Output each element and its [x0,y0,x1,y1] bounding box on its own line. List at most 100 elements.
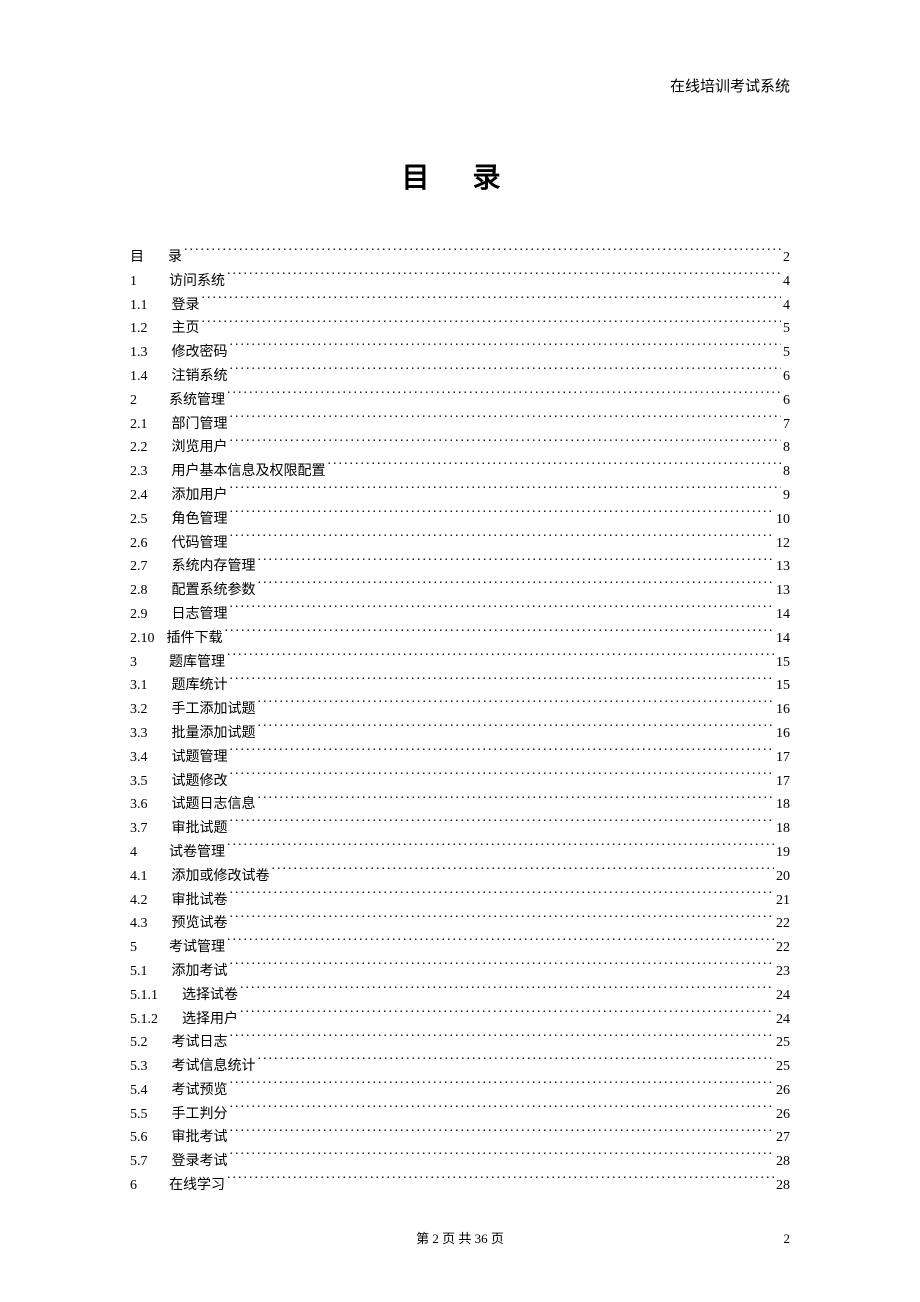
toc-leader-dots [230,1151,775,1165]
toc-entry-page: 27 [776,1126,790,1150]
toc-entry-number: 3.1 [130,674,148,698]
toc-leader-dots [258,556,775,570]
toc-entry-number: 3.2 [130,698,148,722]
toc-entry: 1.2主页5 [130,317,790,341]
toc-entry-number: 2 [130,389,137,413]
toc-leader-dots [184,247,781,261]
toc-entry-page: 25 [776,1055,790,1079]
toc-entry-page: 28 [776,1150,790,1174]
table-of-contents: 目录21访问系统41.1登录41.2主页51.3修改密码51.4注销系统62系统… [130,246,790,1198]
toc-entry-number: 3 [130,651,137,675]
toc-entry-page: 18 [776,793,790,817]
toc-entry-number: 3.4 [130,746,148,770]
toc-entry-page: 26 [776,1103,790,1127]
toc-entry-title: 审批试题 [172,817,228,841]
toc-entry: 3.6 试题日志信息 18 [130,793,790,817]
toc-leader-dots [230,747,775,761]
toc-entry-title: 试题日志信息 [172,793,256,817]
toc-entry-page: 21 [776,889,790,913]
toc-entry-number: 5.1 [130,960,148,984]
toc-entry: 1.3修改密码5 [130,341,790,365]
toc-entry-page: 16 [776,722,790,746]
toc-entry-page: 4 [783,294,790,318]
toc-leader-dots [272,866,775,880]
toc-entry-page: 14 [776,603,790,627]
toc-entry: 5.7登录考试28 [130,1150,790,1174]
toc-entry-title: 修改密码 [172,341,228,365]
toc-entry-number: 5.6 [130,1126,148,1150]
toc-leader-dots [227,937,774,951]
toc-entry-number: 2.8 [130,579,148,603]
toc-entry-title: 试题修改 [172,770,228,794]
toc-entry-number: 3.6 [130,793,148,817]
page-title: 目 录 [130,156,790,196]
toc-leader-dots [227,390,781,404]
toc-leader-dots [230,890,775,904]
toc-entry-number: 3.5 [130,770,148,794]
toc-entry-page: 4 [783,270,790,294]
toc-entry: 2.1部门管理7 [130,413,790,437]
toc-entry-number: 2.2 [130,436,148,460]
toc-leader-dots [328,461,782,475]
toc-entry-number: 1.2 [130,317,148,341]
toc-leader-dots [230,961,775,975]
footer-center: 第 2 页 共 36 页 [0,1228,920,1247]
toc-leader-dots [230,1032,775,1046]
toc-entry-title: 在线学习 [169,1174,225,1198]
toc-entry: 5.6审批考试27 [130,1126,790,1150]
toc-entry-page: 19 [776,841,790,865]
toc-entry: 3.2手工添加试题16 [130,698,790,722]
toc-entry-number: 4.3 [130,912,148,936]
toc-entry: 3.5试题修改17 [130,770,790,794]
toc-entry-number: 2.9 [130,603,148,627]
toc-entry-number: 5.2 [130,1031,148,1055]
toc-entry-title: 试题管理 [172,746,228,770]
toc-entry-page: 25 [776,1031,790,1055]
toc-leader-dots [258,794,775,808]
toc-entry-title: 选择试卷 [182,984,238,1008]
toc-entry-number: 5.5 [130,1103,148,1127]
toc-entry-page: 13 [776,579,790,603]
toc-entry: 3.7审批试题18 [130,817,790,841]
toc-entry-page: 6 [783,365,790,389]
toc-leader-dots [230,437,782,451]
toc-leader-dots [230,1127,775,1141]
toc-entry: 6在线学习28 [130,1174,790,1198]
toc-entry-page: 22 [776,936,790,960]
toc-leader-dots [202,295,782,309]
toc-leader-dots [202,318,782,332]
toc-entry: 2.8配置系统参数13 [130,579,790,603]
toc-entry-number: 2.5 [130,508,148,532]
toc-entry-title: 代码管理 [172,532,228,556]
toc-entry-number: 5.1.1 [130,984,158,1008]
toc-entry-page: 22 [776,912,790,936]
toc-entry-page: 15 [776,651,790,675]
toc-entry-page: 17 [776,746,790,770]
toc-entry-title: 考试预览 [172,1079,228,1103]
toc-entry-title: 预览试卷 [172,912,228,936]
toc-leader-dots [240,1009,774,1023]
toc-entry-page: 2 [783,246,790,270]
toc-entry-page: 12 [776,532,790,556]
toc-entry-number: 2.1 [130,413,148,437]
toc-entry-page: 9 [783,484,790,508]
toc-entry-title: 访问系统 [169,270,225,294]
toc-leader-dots [227,652,774,666]
toc-entry-number: 2.3 [130,460,148,484]
toc-entry-title: 登录考试 [172,1150,228,1174]
toc-entry-title: 角色管理 [172,508,228,532]
toc-entry-page: 18 [776,817,790,841]
toc-entry-title: 注销系统 [172,365,228,389]
toc-entry-title: 批量添加试题 [172,722,256,746]
toc-entry-title: 题库管理 [169,651,225,675]
toc-entry-page: 23 [776,960,790,984]
toc-entry-number: 5 [130,936,137,960]
toc-entry-page: 24 [776,984,790,1008]
toc-entry-title: 主页 [172,317,200,341]
toc-leader-dots [258,699,775,713]
toc-entry: 1.1登录4 [130,294,790,318]
toc-entry: 2.10插件下载14 [130,627,790,651]
footer-page-number: 2 [784,1231,791,1247]
toc-entry: 5.1添加考试23 [130,960,790,984]
toc-entry-page: 10 [776,508,790,532]
